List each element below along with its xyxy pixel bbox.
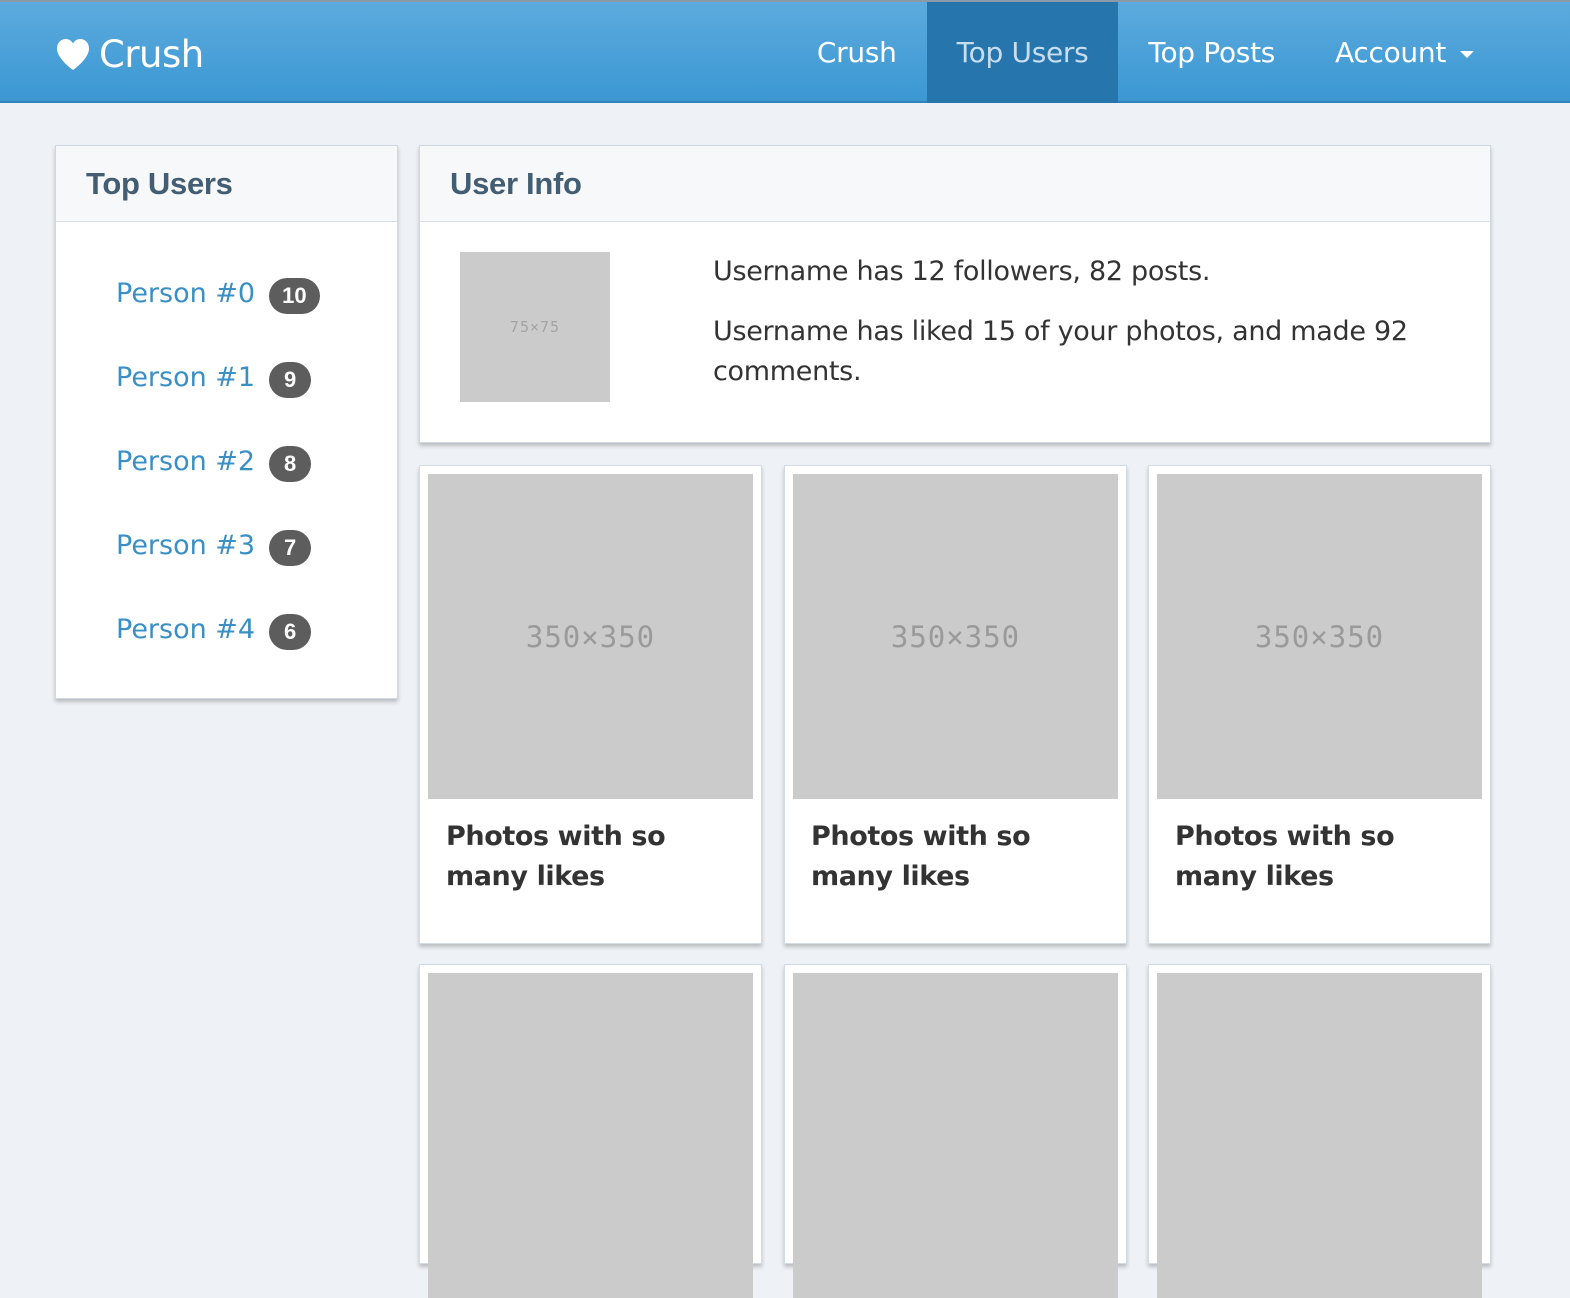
user-info-title: User Info [450,165,582,201]
list-item: Person #0 10 [56,274,397,358]
brand-name: Crush [99,32,204,76]
nav-account-label: Account [1335,36,1446,69]
brand-link[interactable]: Crush [55,32,204,76]
count-badge: 6 [269,614,312,650]
nav-crush-label: Crush [816,36,897,69]
list-item: Person #1 9 [56,358,397,442]
nav-account-dropdown[interactable]: Account [1305,2,1504,103]
photo-card[interactable]: 350×350 Photos with so many likes [784,465,1127,944]
count-badge: 7 [269,530,312,566]
nav-top-posts-label: Top Posts [1148,36,1276,69]
photo-card[interactable]: 350×350 Photos with so many likes [1148,465,1491,944]
photo-caption: Photos with so many likes [1175,821,1395,892]
photo-placeholder [793,973,1118,1298]
nav-top-users-label: Top Users [956,36,1089,69]
heart-icon [57,39,89,70]
photo-placeholder: 350×350 [793,474,1118,799]
nav-crush[interactable]: Crush [787,2,927,103]
user-info-heading: User Info [420,146,1490,222]
photo-size-label: 350×350 [890,619,1021,654]
photo-card[interactable] [1148,964,1491,1298]
user-info-panel: User Info 75×75 Username has 12 follower… [419,145,1491,443]
nav-top-users[interactable]: Top Users [926,2,1119,103]
user-link[interactable]: Person #4 [116,610,255,650]
list-item: Person #3 7 [56,526,397,610]
photo-card[interactable] [419,964,762,1298]
caret-down-icon [1460,50,1474,58]
user-link[interactable]: Person #2 [116,442,255,482]
top-users-heading: Top Users [56,146,397,222]
count-badge: 8 [269,446,312,482]
user-stats: Username has 12 followers, 82 posts. Use… [713,252,1433,412]
photo-placeholder: 350×350 [1157,474,1482,799]
photo-size-label: 350×350 [1254,619,1385,654]
user-link[interactable]: Person #3 [116,526,255,566]
list-item: Person #2 8 [56,442,397,526]
photo-placeholder [428,973,753,1298]
count-badge: 10 [269,278,320,314]
photo-caption: Photos with so many likes [446,821,666,892]
count-badge: 9 [269,362,312,398]
photo-size-label: 350×350 [525,619,656,654]
photo-placeholder: 350×350 [428,474,753,799]
avatar-placeholder-label: 75×75 [509,318,561,336]
top-users-list: Person #0 10 Person #1 9 Person #2 8 Per… [56,222,397,694]
top-users-title: Top Users [86,165,233,201]
likes-comments-text: Username has liked 15 of your photos, an… [713,316,1408,387]
user-link[interactable]: Person #0 [116,274,255,314]
user-link[interactable]: Person #1 [116,358,255,398]
list-item: Person #4 6 [56,610,397,694]
navbar: Crush Crush Top Users Top Posts Account [0,0,1570,103]
followers-posts-text: Username has 12 followers, 82 posts. [713,256,1211,287]
nav-top-posts[interactable]: Top Posts [1118,2,1305,103]
top-users-panel: Top Users Person #0 10 Person #1 9 Perso… [55,145,398,699]
avatar: 75×75 [460,252,610,402]
photo-caption: Photos with so many likes [811,821,1031,892]
main-nav: Crush Top Users Top Posts Account [787,2,1504,103]
photo-card[interactable] [784,964,1127,1298]
photo-card[interactable]: 350×350 Photos with so many likes [419,465,762,944]
photo-placeholder [1157,973,1482,1298]
